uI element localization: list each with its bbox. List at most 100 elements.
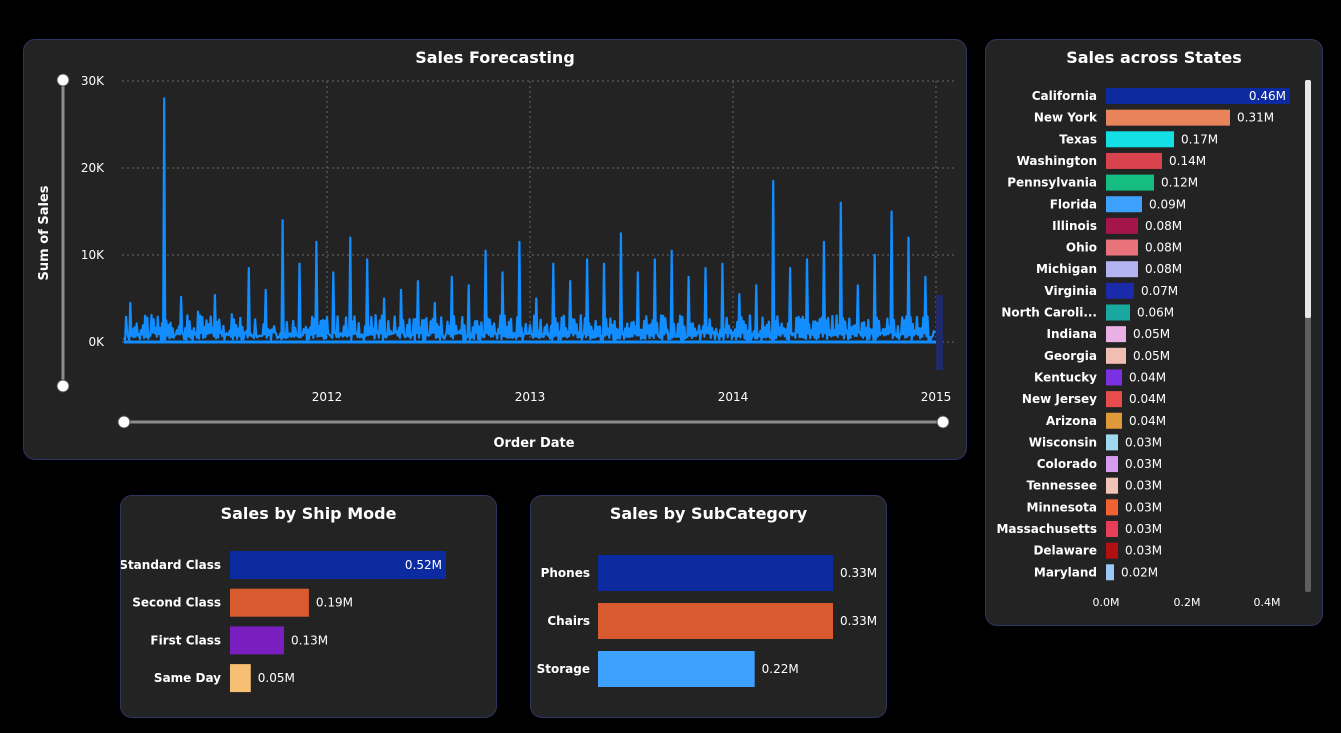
states-bar[interactable] [1106,369,1122,386]
states-value-label: 0.14M [1169,154,1206,168]
states-bar[interactable] [1106,174,1154,191]
x-range-slider-left-handle[interactable] [117,415,131,429]
states-category-label: Indiana [1047,327,1097,341]
states-category-label: Florida [1050,197,1097,211]
states-category-label: Delaware [1033,544,1097,558]
states-bar[interactable] [1106,499,1118,516]
states-value-label: 0.31M [1237,111,1274,125]
shipmode-category-label: Standard Class [121,558,221,572]
states-bar[interactable] [1106,326,1126,343]
states-scrollbar-thumb[interactable] [1305,80,1311,318]
states-bar[interactable] [1106,542,1118,559]
states-value-label: 0.05M [1133,349,1170,363]
states-bar[interactable] [1106,261,1138,278]
states-bar[interactable] [1106,152,1162,169]
states-bar[interactable] [1106,412,1122,429]
subcategory-bar[interactable] [598,651,755,687]
states-bar[interactable] [1106,109,1230,126]
sales-across-states-card: Sales across States California 0.46M New Y… [985,39,1323,626]
states-bar[interactable] [1106,456,1118,473]
forecast-ytick-label: 0K [88,335,105,349]
states-category-label: Minnesota [1027,500,1098,514]
states-value-label: 0.07M [1141,284,1178,298]
states-value-label: 0.09M [1149,197,1186,211]
forecast-xlabel: Order Date [493,436,574,451]
subcategory-value-label: 0.22M [762,662,799,676]
states-category-label: Pennsylvania [1007,176,1097,190]
states-value-label: 0.04M [1129,392,1166,406]
shipmode-bar[interactable] [230,626,284,655]
states-bar[interactable] [1106,347,1126,364]
sales-by-ship-mode-card: Sales by Ship Mode Standard Class 0.52M Se… [120,495,497,718]
states-bar[interactable] [1106,434,1118,451]
subcategory-bar[interactable] [598,603,833,639]
y-range-slider-bottom-handle[interactable] [56,379,70,393]
states-value-label: 0.03M [1125,457,1162,471]
states-value-label: 0.03M [1125,522,1162,536]
states-value-label: 0.04M [1129,414,1166,428]
states-category-label: New York [1034,111,1098,125]
states-bar[interactable] [1106,239,1138,256]
states-category-label: Texas [1059,132,1097,146]
shipmode-value-label: 0.05M [258,671,295,685]
states-category-label: Virginia [1044,284,1097,298]
forecast-xtick-label: 2013 [515,390,546,404]
ship-mode-chart: Standard Class 0.52M Second Class 0.19M Firs… [121,551,446,693]
states-category-label: New Jersey [1022,392,1097,406]
states-value-label: 0.03M [1125,435,1162,449]
subcategory-bar[interactable] [598,555,833,591]
states-value-label: 0.17M [1181,132,1218,146]
forecast-ytick-label: 10K [81,248,105,262]
states-category-label: North Caroli... [1001,306,1097,320]
forecast-ytick-label: 20K [81,161,105,175]
states-category-label: Illinois [1052,219,1097,233]
forecast-xtick-label: 2014 [718,390,749,404]
states-bar[interactable] [1106,217,1138,234]
x-range-slider-right-handle[interactable] [936,415,950,429]
states-value-label: 0.12M [1161,176,1198,190]
forecast-ytick-label: 30K [81,74,105,88]
shipmode-category-label: First Class [150,633,221,647]
subcategory-chart: Phones 0.33M Chairs 0.33M Storage 0.22M [537,555,877,687]
states-category-label: Kentucky [1034,370,1097,384]
states-bar[interactable] [1106,391,1122,408]
states-value-label: 0.08M [1145,241,1182,255]
states-axis-label: 0.2M [1174,596,1201,609]
states-bar[interactable] [1106,477,1118,494]
states-category-label: Tennessee [1026,479,1097,493]
states-bar[interactable] [1106,282,1134,299]
states-value-label: 0.05M [1133,327,1170,341]
states-value-label: 0.08M [1145,219,1182,233]
sales-forecasting-card: Sales Forecasting 30K 20K 10K 0K 2012 2013 201… [23,39,967,460]
states-value-label: 0.46M [1249,89,1286,103]
subcategory-value-label: 0.33M [840,566,877,580]
states-bar[interactable] [1106,304,1130,321]
states-value-label: 0.02M [1121,565,1158,579]
forecast-xtick-label: 2015 [921,390,952,404]
forecast-chart: 30K 20K 10K 0K 2012 2013 2014 2015 Sum of Sales… [37,73,954,451]
states-category-label: Michigan [1036,262,1097,276]
states-value-label: 0.08M [1145,262,1182,276]
forecast-ylabel: Sum of Sales [37,185,52,280]
shipmode-category-label: Same Day [154,671,221,685]
states-bar[interactable] [1106,131,1174,148]
states-category-label: Colorado [1037,457,1097,471]
shipmode-bar[interactable] [230,588,309,617]
subcategory-category-label: Storage [537,662,590,676]
shipmode-value-label: 0.52M [405,558,442,572]
y-range-slider-top-handle[interactable] [56,73,70,87]
subcategory-category-label: Phones [541,566,590,580]
shipmode-category-label: Second Class [132,596,221,610]
subcategory-value-label: 0.33M [840,614,877,628]
states-axis-label: 0.0M [1093,596,1120,609]
states-axis-label: 0.4M [1254,596,1281,609]
states-bar[interactable] [1106,196,1142,213]
states-value-label: 0.03M [1125,544,1162,558]
states-value-label: 0.03M [1125,500,1162,514]
states-value-label: 0.06M [1137,306,1174,320]
states-bar[interactable] [1106,564,1114,581]
forecast-sales-line[interactable] [122,97,936,342]
states-value-label: 0.03M [1125,479,1162,493]
states-bar[interactable] [1106,521,1118,537]
shipmode-bar[interactable] [230,664,251,693]
